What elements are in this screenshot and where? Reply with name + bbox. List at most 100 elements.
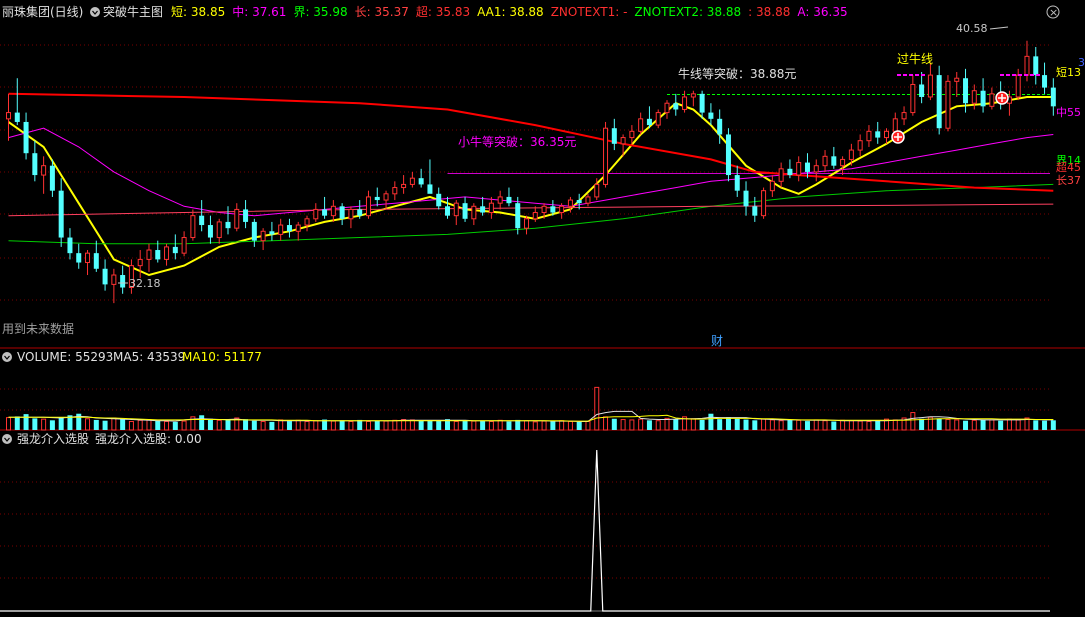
volume-bar[interactable] — [348, 420, 354, 431]
candle[interactable] — [611, 118, 617, 151]
candle[interactable] — [102, 259, 108, 291]
candle[interactable] — [708, 103, 714, 126]
volume-bar[interactable] — [919, 418, 925, 430]
candle[interactable] — [515, 196, 521, 235]
candle[interactable] — [339, 203, 345, 226]
volume-bar[interactable] — [673, 419, 679, 430]
volume-bar[interactable] — [848, 420, 854, 431]
volume-bar[interactable] — [304, 420, 310, 431]
stock-name[interactable]: 丽珠集团(日线) — [2, 4, 83, 19]
candle[interactable] — [14, 78, 20, 126]
volume-bar[interactable] — [971, 419, 977, 431]
volume-bar[interactable] — [120, 419, 126, 430]
candle[interactable] — [190, 209, 196, 241]
volume-bar[interactable] — [532, 421, 538, 431]
volume-bar[interactable] — [857, 420, 863, 431]
candle[interactable] — [673, 93, 679, 116]
candle[interactable] — [164, 243, 170, 266]
volume-bar[interactable] — [181, 420, 187, 431]
volume-bar[interactable] — [374, 420, 380, 430]
candle[interactable] — [866, 125, 872, 147]
candle[interactable] — [207, 215, 213, 244]
candle[interactable] — [831, 146, 837, 169]
candle[interactable] — [85, 250, 91, 276]
volume-bar[interactable] — [585, 420, 591, 431]
volume-bar[interactable] — [365, 420, 371, 431]
candle[interactable] — [497, 190, 503, 210]
candle[interactable] — [778, 162, 784, 188]
candle[interactable] — [409, 171, 415, 188]
volume-bar[interactable] — [611, 418, 617, 430]
volume-bar[interactable] — [796, 419, 802, 431]
volume-bar[interactable] — [752, 420, 758, 430]
volume-bar[interactable] — [1006, 418, 1012, 431]
volume-bar[interactable] — [963, 420, 969, 430]
candle[interactable] — [752, 196, 758, 222]
volume-bar[interactable] — [85, 418, 91, 431]
candle[interactable] — [646, 106, 652, 129]
candle[interactable] — [436, 187, 442, 210]
candle[interactable] — [348, 206, 354, 229]
candle[interactable] — [401, 175, 407, 194]
volume-bar[interactable] — [980, 419, 986, 430]
volume-bar[interactable] — [137, 419, 143, 431]
volume-bar[interactable] — [892, 419, 898, 431]
volume-bar[interactable] — [936, 418, 942, 430]
volume-bar[interactable] — [23, 414, 29, 430]
candle[interactable] — [901, 106, 907, 126]
volume-bar[interactable] — [734, 418, 740, 430]
indicator-settings-icon[interactable] — [90, 7, 100, 17]
candle[interactable] — [243, 200, 249, 229]
candle[interactable] — [6, 93, 11, 141]
candle[interactable] — [365, 190, 371, 219]
candle[interactable] — [769, 175, 775, 197]
candle[interactable] — [23, 112, 29, 160]
volume-bar[interactable] — [725, 417, 731, 430]
candle[interactable] — [146, 243, 152, 272]
volume-bar[interactable] — [954, 419, 960, 431]
candle[interactable] — [725, 128, 731, 182]
candle[interactable] — [462, 196, 468, 222]
candle[interactable] — [629, 125, 635, 144]
candle[interactable] — [32, 140, 38, 182]
candle[interactable] — [260, 228, 266, 251]
candle[interactable] — [172, 234, 178, 260]
volume-bar[interactable] — [286, 421, 292, 430]
candle[interactable] — [181, 231, 187, 257]
candle[interactable] — [524, 215, 530, 235]
candle[interactable] — [374, 187, 380, 207]
volume-bar[interactable] — [32, 418, 38, 430]
volume-bar[interactable] — [418, 420, 424, 430]
volume-bar[interactable] — [6, 417, 11, 431]
candle[interactable] — [761, 187, 767, 219]
volume-bar[interactable] — [761, 418, 767, 431]
candle[interactable] — [804, 153, 810, 179]
volume-bar[interactable] — [409, 419, 415, 431]
candle[interactable] — [664, 100, 670, 119]
volume-bar[interactable] — [488, 420, 494, 431]
candle[interactable] — [506, 187, 512, 207]
candle[interactable] — [427, 159, 433, 194]
volume-bar[interactable] — [225, 419, 231, 430]
volume-bar[interactable] — [866, 420, 872, 431]
chevron-down-icon[interactable] — [2, 434, 12, 444]
candle[interactable] — [980, 78, 986, 113]
volume-bar[interactable] — [778, 420, 784, 431]
candle[interactable] — [822, 150, 828, 172]
candle[interactable] — [813, 159, 819, 182]
volume-bar[interactable] — [128, 420, 134, 431]
candle[interactable] — [453, 200, 459, 226]
volume-bar[interactable] — [787, 419, 793, 430]
candle[interactable] — [603, 121, 609, 188]
candle[interactable] — [734, 165, 740, 197]
volume-bar[interactable] — [831, 421, 837, 430]
volume-bar[interactable] — [910, 412, 916, 431]
candle[interactable] — [269, 221, 275, 241]
candle[interactable] — [67, 228, 73, 260]
candle[interactable] — [392, 181, 398, 201]
candle[interactable] — [945, 75, 951, 132]
candle[interactable] — [919, 71, 925, 104]
candle[interactable] — [690, 90, 696, 107]
volume-bar[interactable] — [93, 419, 99, 430]
candle[interactable] — [1015, 68, 1021, 101]
